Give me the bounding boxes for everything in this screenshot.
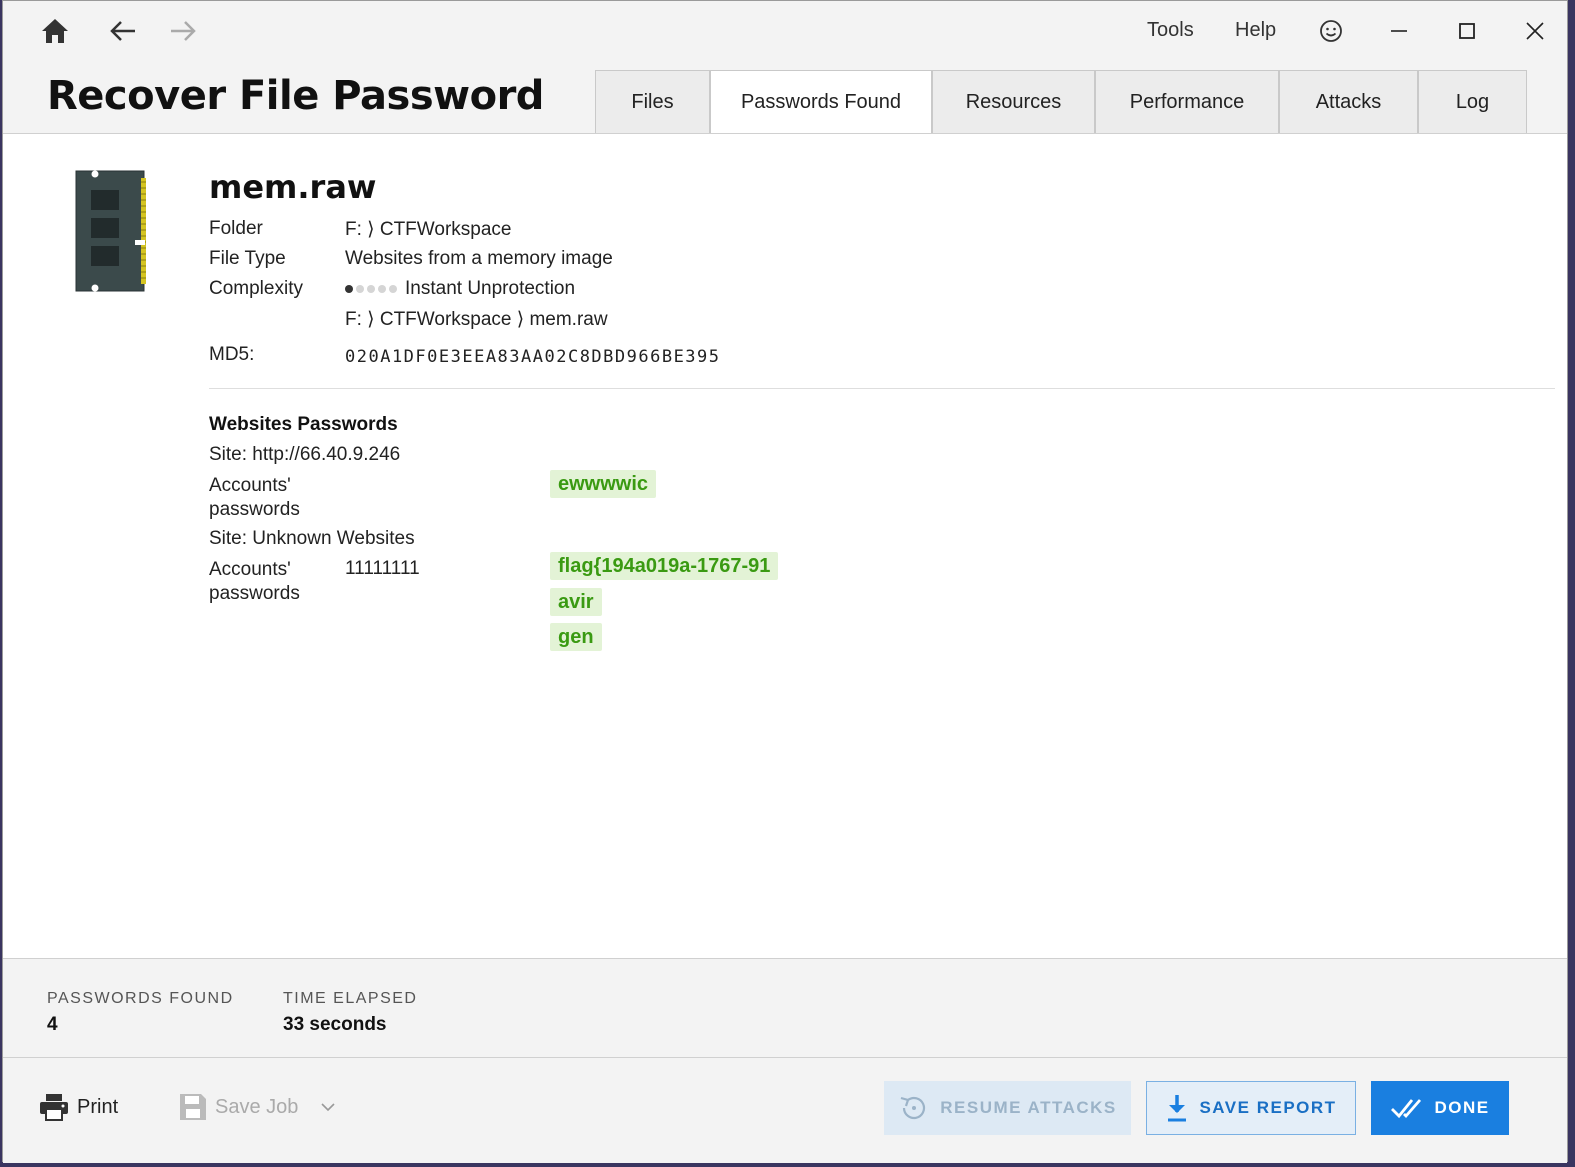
time-elapsed-label: TIME ELAPSED bbox=[283, 990, 418, 1007]
minimize-button[interactable] bbox=[1375, 9, 1423, 53]
passwords-found-value: 4 bbox=[47, 1014, 58, 1035]
password-chip[interactable]: avir bbox=[550, 588, 602, 616]
password-chip[interactable]: gen bbox=[550, 623, 602, 651]
password-chip[interactable]: flag{194a019a-1767-91 bbox=[550, 552, 779, 580]
maximize-button[interactable] bbox=[1443, 9, 1491, 53]
complexity-dot bbox=[345, 284, 353, 293]
complexity-text: Instant Unprotection bbox=[405, 278, 576, 299]
resume-attacks-label: RESUME ATTACKS bbox=[940, 1098, 1117, 1117]
file-type-value: Websites from a memory image bbox=[345, 248, 613, 269]
download-icon bbox=[1168, 1095, 1187, 1122]
divider bbox=[209, 388, 1555, 389]
title-bar: Tools Help bbox=[3, 1, 1567, 63]
arrow-left-icon bbox=[110, 21, 135, 41]
tab-files[interactable]: Files bbox=[595, 70, 710, 134]
md5-value: 020A1DF0E3EEA83AA02C8DBD966BE395 bbox=[345, 347, 721, 367]
password-chip[interactable]: ewwwwic bbox=[550, 470, 657, 498]
maximize-icon bbox=[1459, 23, 1475, 39]
account-name: 11111111 bbox=[345, 558, 420, 579]
print-button[interactable]: Print bbox=[39, 1093, 118, 1121]
home-button[interactable] bbox=[35, 11, 75, 51]
resume-attacks-button[interactable]: RESUME ATTACKS bbox=[884, 1081, 1131, 1135]
smiley-icon bbox=[1320, 20, 1342, 42]
arrow-right-icon bbox=[171, 21, 196, 41]
save-report-label: SAVE REPORT bbox=[1199, 1098, 1337, 1117]
print-label: Print bbox=[77, 1095, 119, 1118]
complexity-dot bbox=[389, 284, 397, 293]
back-button[interactable] bbox=[103, 11, 143, 51]
accounts-label-line: passwords bbox=[209, 583, 300, 604]
app-window: Tools Help Recover File Password Files P… bbox=[2, 0, 1568, 1163]
site-label: Site: Unknown Websites bbox=[209, 528, 415, 549]
complexity-dot bbox=[367, 284, 375, 293]
time-elapsed-value: 33 seconds bbox=[283, 1014, 387, 1035]
folder-label: Folder bbox=[209, 218, 263, 239]
feedback-button[interactable] bbox=[1311, 11, 1351, 51]
file-path: F: ⟩ CTFWorkspace ⟩ mem.raw bbox=[345, 309, 608, 330]
save-job-label: Save Job bbox=[215, 1095, 299, 1118]
complexity-dot bbox=[378, 284, 386, 293]
save-disk-icon bbox=[180, 1094, 206, 1120]
folder-value: F: ⟩ CTFWorkspace bbox=[345, 219, 512, 240]
file-name: mem.raw bbox=[209, 168, 377, 206]
chevron-down-icon[interactable] bbox=[320, 1102, 336, 1112]
accounts-label: Accounts' passwords bbox=[209, 474, 300, 522]
stats-bar: PASSWORDS FOUND 4 TIME ELAPSED 33 second… bbox=[3, 960, 1567, 1058]
close-button[interactable] bbox=[1511, 9, 1559, 53]
forward-button[interactable] bbox=[163, 11, 203, 51]
tab-log[interactable]: Log bbox=[1418, 70, 1527, 134]
accounts-label: Accounts' passwords bbox=[209, 558, 300, 606]
menu-help[interactable]: Help bbox=[1235, 19, 1276, 42]
accounts-label-line: Accounts' bbox=[209, 475, 291, 496]
site-label: Site: http://66.40.9.246 bbox=[209, 444, 401, 465]
menu-tools[interactable]: Tools bbox=[1147, 19, 1194, 42]
complexity-dot bbox=[356, 284, 364, 293]
tab-resources[interactable]: Resources bbox=[932, 70, 1095, 134]
tab-attacks[interactable]: Attacks bbox=[1279, 70, 1418, 134]
double-check-icon bbox=[1391, 1099, 1422, 1119]
save-job-button[interactable]: Save Job bbox=[179, 1093, 336, 1121]
minimize-icon bbox=[1391, 30, 1407, 32]
page-title: Recover File Password bbox=[47, 73, 544, 119]
save-report-button[interactable]: SAVE REPORT bbox=[1146, 1081, 1356, 1135]
footer-toolbar: Print Save Job RESUME ATTACKS SAVE REPOR… bbox=[3, 1059, 1567, 1163]
complexity-rating bbox=[345, 284, 397, 293]
done-label: DONE bbox=[1434, 1098, 1490, 1117]
complexity-label: Complexity bbox=[209, 278, 303, 299]
accounts-label-line: Accounts' bbox=[209, 559, 291, 580]
file-type-label: File Type bbox=[209, 248, 286, 269]
home-icon bbox=[42, 19, 68, 43]
tab-performance[interactable]: Performance bbox=[1095, 70, 1279, 134]
section-title: Websites Passwords bbox=[209, 414, 398, 435]
md5-label: MD5: bbox=[209, 344, 255, 365]
memory-module-icon bbox=[75, 170, 146, 292]
complexity-value: Instant Unprotection bbox=[345, 278, 575, 300]
resume-icon bbox=[900, 1096, 926, 1120]
done-button[interactable]: DONE bbox=[1371, 1081, 1509, 1135]
tab-passwords-found[interactable]: Passwords Found bbox=[710, 70, 932, 135]
printer-icon bbox=[40, 1094, 68, 1121]
passwords-found-label: PASSWORDS FOUND bbox=[47, 990, 234, 1007]
close-icon bbox=[1526, 22, 1544, 40]
passwords-found-panel: mem.raw Folder F: ⟩ CTFWorkspace File Ty… bbox=[3, 133, 1567, 959]
accounts-label-line: passwords bbox=[209, 499, 300, 520]
